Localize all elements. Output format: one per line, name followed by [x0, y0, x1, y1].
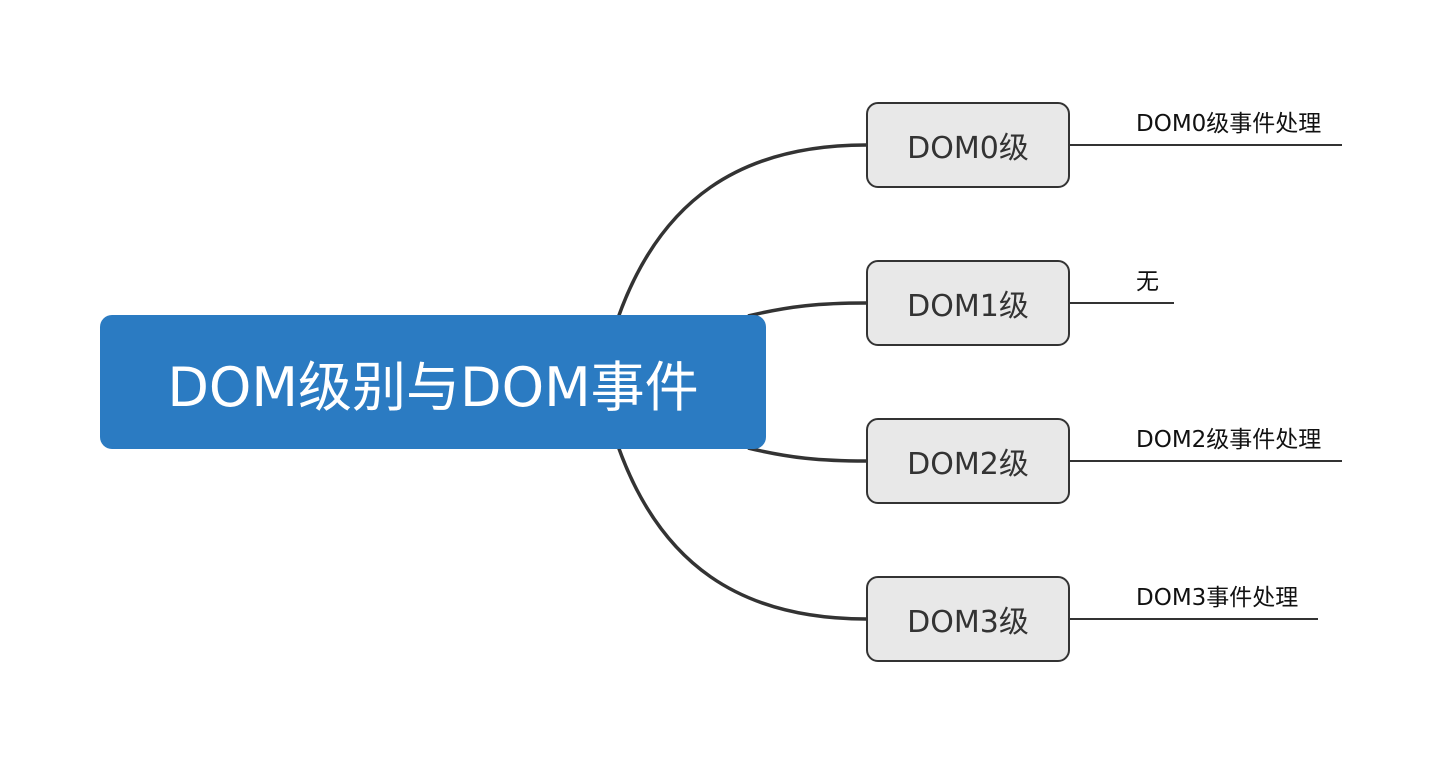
connector-root-dom2: [747, 446, 867, 463]
leaf-topic-dom0[interactable]: DOM0级事件处理: [1136, 104, 1321, 138]
connector-root-dom3: [616, 445, 867, 621]
connector-root-dom0: [616, 143, 867, 319]
leaf-topic-dom3[interactable]: DOM3事件处理: [1136, 578, 1298, 612]
branch-topic-dom0[interactable]: DOM0级: [866, 102, 1070, 188]
root-topic[interactable]: DOM级别与DOM事件: [100, 315, 766, 449]
branch-topic-dom1[interactable]: DOM1级: [866, 260, 1070, 346]
branch-topic-dom3[interactable]: DOM3级: [866, 576, 1070, 662]
connector-root-dom1: [747, 301, 867, 318]
branch-topic-dom2[interactable]: DOM2级: [866, 418, 1070, 504]
leaf-topic-dom1[interactable]: 无: [1136, 262, 1159, 296]
leaf-topic-dom2[interactable]: DOM2级事件处理: [1136, 420, 1321, 454]
